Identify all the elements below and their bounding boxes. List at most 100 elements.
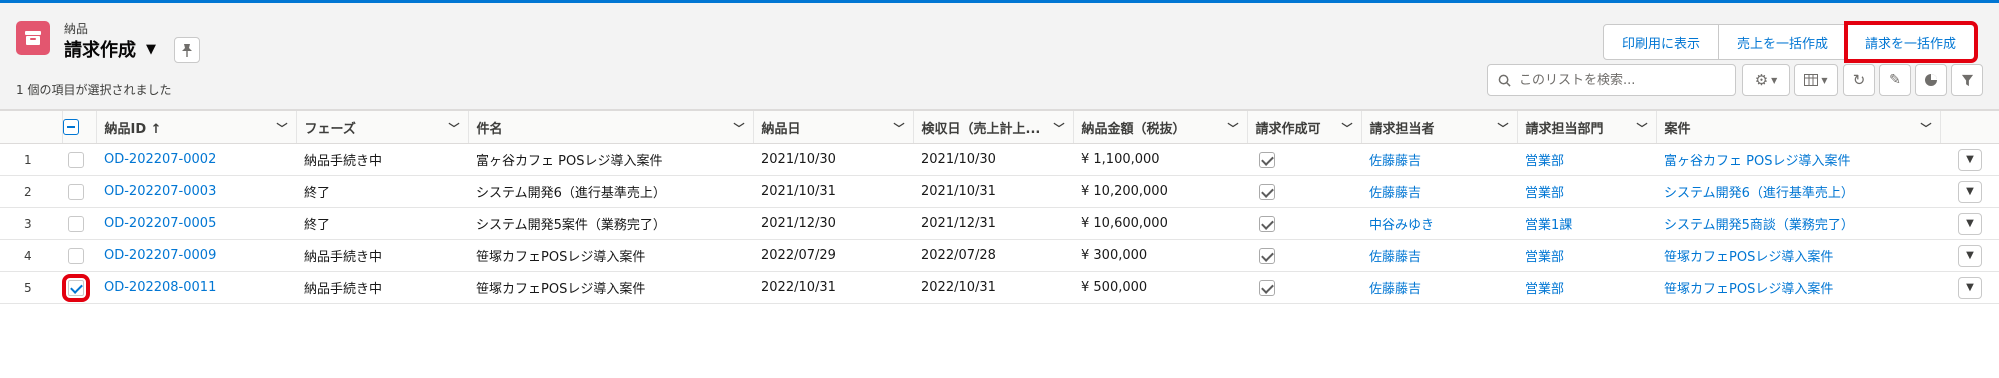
list-view-selector[interactable]: 請求作成 ▼ [64,36,156,62]
row-actions-cell: ▼ [1940,175,1999,208]
row-select-cell [62,175,96,208]
row-select-cell [62,271,96,304]
deal-link[interactable]: 笹塚カフェPOSレジ導入案件 [1664,282,1833,297]
column-header-acceptance-date[interactable]: 検収日（売上計上... ﹀ [912,110,1073,144]
column-header-deal[interactable]: 案件 ﹀ [1655,110,1940,144]
row-select-cell [62,143,96,176]
column-header-phase[interactable]: フェーズ ﹀ [295,110,468,144]
row-checkbox[interactable] [68,247,84,264]
chart-button[interactable] [1915,64,1947,96]
dept-link[interactable]: 営業部 [1525,154,1564,169]
billable-cell [1247,143,1361,176]
owner-link[interactable]: 佐藤藤吉 [1369,282,1421,297]
search-input[interactable] [1519,72,1719,88]
column-header-subject[interactable]: 件名 ﹀ [467,110,753,144]
delivery-date-cell: 2022/10/31 [753,271,913,304]
deal-link[interactable]: 富ヶ谷カフェ POSレジ導入案件 [1664,154,1850,169]
deal-cell: 笹塚カフェPOSレジ導入案件 [1656,271,1940,304]
delivery-id-link[interactable]: OD-202207-0009 [104,248,216,263]
acceptance-date-cell: 2021/10/31 [913,175,1073,208]
bulk-create-sales-button[interactable]: 売上を一括作成 [1719,24,1848,60]
display-as-button[interactable]: ▼ [1794,64,1838,96]
delivery-id-link[interactable]: OD-202207-0002 [104,152,216,167]
refresh-button[interactable]: ↻ [1843,64,1875,96]
subject-cell: 富ヶ谷カフェ POSレジ導入案件 [468,143,753,176]
dept-link[interactable]: 営業部 [1525,186,1564,201]
amount-cell: ¥ 500,000 [1073,271,1247,304]
row-actions-cell: ▼ [1940,271,1999,304]
delivery-id-link[interactable]: OD-202208-0011 [104,280,216,295]
delivery-id-link[interactable]: OD-202207-0003 [104,184,216,199]
dept-link[interactable]: 営業部 [1525,250,1564,265]
caret-down-icon: ▼ [1966,217,1974,229]
column-header-dept[interactable]: 請求担当部門 ﹀ [1516,110,1656,144]
dept-cell: 営業部 [1517,175,1656,208]
action-button-group: 印刷用に表示 売上を一括作成 請求を一括作成 [1603,21,1979,63]
chevron-down-icon[interactable]: ﹀ [1054,120,1065,136]
chevron-down-icon[interactable]: ﹀ [449,120,460,136]
row-action-menu-button[interactable]: ▼ [1958,212,1982,235]
row-action-menu-button[interactable]: ▼ [1958,276,1982,299]
billable-checkbox [1259,215,1275,232]
owner-link[interactable]: 佐藤藤吉 [1369,250,1421,265]
delivery-id-link[interactable]: OD-202207-0005 [104,216,216,231]
caret-down-icon: ▼ [1966,153,1974,165]
deal-link[interactable]: 笹塚カフェPOSレジ導入案件 [1664,250,1833,265]
column-header-delivery-date[interactable]: 納品日 ﹀ [752,110,913,144]
delivery-id-cell: OD-202208-0011 [96,271,296,304]
deal-cell: 笹塚カフェPOSレジ導入案件 [1656,239,1940,272]
table-header-row: 納品ID ↑ ﹀ フェーズ ﹀ 件名 ﹀ 納品日 ﹀ 検収日（売上計上... ﹀ 納品金額… [0,110,1999,144]
printable-view-button[interactable]: 印刷用に表示 [1603,24,1720,60]
column-header-owner[interactable]: 請求担当者 ﹀ [1360,110,1517,144]
owner-link[interactable]: 中谷みゆき [1369,218,1434,233]
owner-link[interactable]: 佐藤藤吉 [1369,154,1421,169]
chevron-down-icon[interactable]: ﹀ [894,120,905,136]
owner-cell: 佐藤藤吉 [1361,143,1517,176]
refresh-icon: ↻ [1852,71,1866,89]
chevron-down-icon[interactable]: ﹀ [1342,120,1353,136]
chevron-down-icon[interactable]: ﹀ [734,120,745,136]
inline-edit-button[interactable]: ✎ [1879,64,1911,96]
owner-link[interactable]: 佐藤藤吉 [1369,186,1421,201]
amount-cell: ¥ 10,600,000 [1073,207,1247,240]
column-header-delivery-id[interactable]: 納品ID ↑ ﹀ [95,110,296,144]
chevron-down-icon[interactable]: ﹀ [1921,120,1932,136]
acceptance-date-cell: 2022/10/31 [913,271,1073,304]
chevron-down-icon[interactable]: ﹀ [1498,120,1509,136]
deal-link[interactable]: システム開発5商談（業務完了） [1664,218,1854,233]
list-settings-button[interactable]: ⚙ ▼ [1742,64,1790,96]
deal-link[interactable]: システム開発6（進行基準売上） [1664,186,1854,201]
pin-button[interactable] [174,37,200,63]
acceptance-date-cell: 2021/10/30 [913,143,1073,176]
chevron-down-icon[interactable]: ﹀ [1228,120,1239,136]
row-action-menu-button[interactable]: ▼ [1958,180,1982,203]
subject-cell: システム開発5案件（業務完了） [468,207,753,240]
deal-cell: 富ヶ谷カフェ POSレジ導入案件 [1656,143,1940,176]
row-checkbox[interactable] [68,183,84,200]
chevron-down-icon[interactable]: ﹀ [1637,120,1648,136]
dept-cell: 営業部 [1517,271,1656,304]
row-checkbox[interactable] [68,215,84,232]
column-header-billable[interactable]: 請求作成可 ﹀ [1246,110,1361,144]
select-all-header [61,110,96,144]
chevron-down-icon[interactable]: ﹀ [277,120,288,136]
owner-cell: 中谷みゆき [1361,207,1517,240]
row-checkbox[interactable] [62,273,90,302]
bulk-create-invoice-button[interactable]: 請求を一括作成 [1844,21,1979,63]
filter-button[interactable] [1951,64,1983,96]
dept-link[interactable]: 営業1課 [1525,218,1572,233]
object-type-label: 納品 [64,22,89,36]
row-checkbox[interactable] [68,151,84,168]
billable-checkbox [1259,151,1275,168]
caret-down-icon: ▼ [1966,249,1974,261]
dept-cell: 営業部 [1517,239,1656,272]
column-header-amount[interactable]: 納品金額（税抜） ﹀ [1072,110,1247,144]
billable-checkbox [1259,247,1275,264]
row-action-menu-button[interactable]: ▼ [1958,148,1982,171]
selection-status: 1 個の項目が選択されました [16,83,172,97]
dept-link[interactable]: 営業部 [1525,282,1564,297]
row-action-menu-button[interactable]: ▼ [1958,244,1982,267]
select-all-checkbox[interactable] [63,119,79,135]
phase-cell: 納品手続き中 [296,239,468,272]
acceptance-date-cell: 2021/12/31 [913,207,1073,240]
